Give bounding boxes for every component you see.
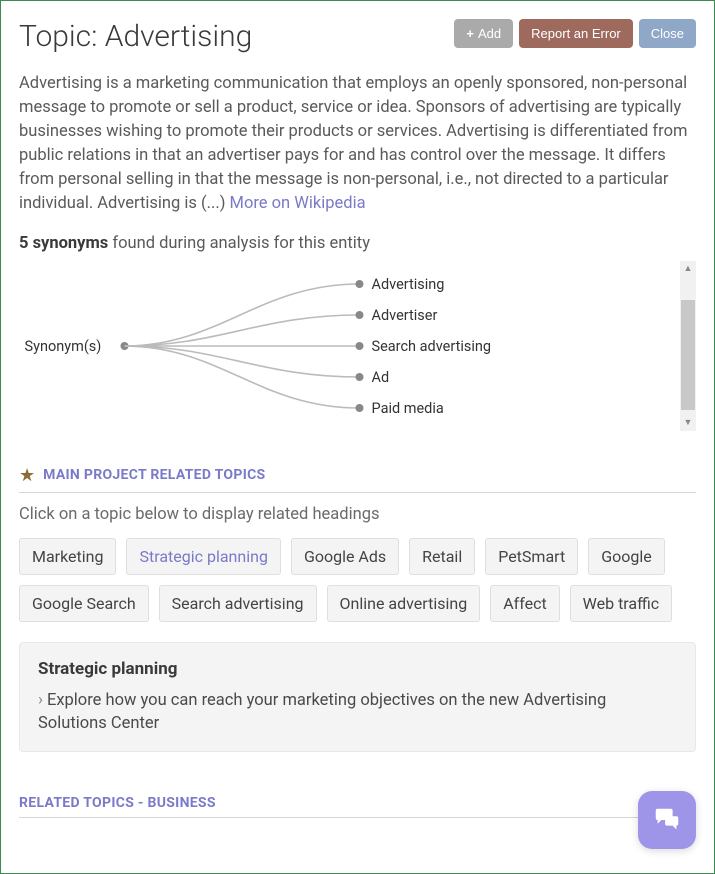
graph-scrollbar[interactable]: ▲ ▼ bbox=[680, 261, 696, 431]
more-wikipedia-link[interactable]: More on Wikipedia bbox=[230, 194, 366, 213]
related-business-section-header: RELATED TOPICS - BUSINESS bbox=[19, 792, 696, 818]
topic-chip[interactable]: Retail bbox=[409, 538, 475, 575]
plus-icon: + bbox=[466, 26, 474, 41]
synonym-count-bold: 5 synonyms bbox=[19, 234, 108, 253]
topic-chip[interactable]: Google bbox=[588, 538, 665, 575]
topic-chip[interactable]: PetSmart bbox=[485, 538, 578, 575]
scrollbar-thumb[interactable] bbox=[681, 300, 695, 410]
description-text: Advertising is a marketing communication… bbox=[19, 74, 687, 213]
scroll-down-icon[interactable]: ▼ bbox=[684, 415, 693, 431]
synonym-node-label: Paid media bbox=[372, 400, 444, 417]
main-related-subtitle: Click on a topic below to display relate… bbox=[19, 505, 696, 524]
synonym-node-label: Search advertising bbox=[372, 338, 492, 355]
topic-chip[interactable]: Marketing bbox=[19, 538, 116, 575]
add-button-label: Add bbox=[478, 26, 501, 41]
syn-branch-3: Ad bbox=[125, 346, 390, 386]
topic-chip[interactable]: Google Ads bbox=[291, 538, 399, 575]
synonym-node-label: Advertiser bbox=[372, 307, 438, 324]
expansion-item[interactable]: ›Explore how you can reach your marketin… bbox=[38, 689, 677, 735]
expansion-title: Strategic planning bbox=[38, 659, 677, 679]
scroll-up-icon[interactable]: ▲ bbox=[684, 261, 693, 277]
synonym-graph-svg: Synonym(s) Advertising Advertiser Search… bbox=[19, 261, 680, 431]
report-error-button[interactable]: Report an Error bbox=[519, 19, 633, 48]
chat-fab-button[interactable] bbox=[638, 791, 696, 849]
chevron-right-icon: › bbox=[38, 691, 43, 710]
root-label: Synonym(s) bbox=[25, 338, 102, 355]
related-business-title: RELATED TOPICS - BUSINESS bbox=[19, 795, 216, 811]
topic-chips: Marketing Strategic planning Google Ads Ret… bbox=[19, 538, 696, 622]
synonym-count-line: 5 synonyms found during analysis for thi… bbox=[19, 234, 696, 253]
page-title: Topic: Advertising bbox=[19, 19, 252, 54]
header-buttons: + Add Report an Error Close bbox=[454, 19, 696, 48]
synonym-count-text: found during analysis for this entity bbox=[108, 234, 370, 253]
main-related-title: MAIN PROJECT RELATED TOPICS bbox=[43, 467, 265, 483]
topic-chip[interactable]: Search advertising bbox=[159, 585, 317, 622]
topic-expansion-box: Strategic planning ›Explore how you can … bbox=[19, 642, 696, 752]
synonym-node-label: Ad bbox=[372, 369, 390, 386]
topic-chip[interactable]: Web traffic bbox=[570, 585, 672, 622]
topic-chip[interactable]: Online advertising bbox=[327, 585, 481, 622]
expansion-text: Explore how you can reach your marketing… bbox=[38, 691, 606, 733]
star-icon: ★ bbox=[19, 465, 35, 486]
topic-chip[interactable]: Strategic planning bbox=[126, 538, 280, 575]
synonym-node-label: Advertising bbox=[372, 276, 445, 293]
topic-description: Advertising is a marketing communication… bbox=[19, 72, 696, 216]
syn-branch-4: Paid media bbox=[125, 346, 444, 417]
topic-chip[interactable]: Google Search bbox=[19, 585, 149, 622]
syn-branch-2: Search advertising bbox=[125, 338, 492, 355]
main-related-section-header: ★ MAIN PROJECT RELATED TOPICS bbox=[19, 465, 696, 493]
synonym-graph: Synonym(s) Advertising Advertiser Search… bbox=[19, 261, 696, 431]
chat-icon bbox=[652, 805, 682, 835]
topic-chip[interactable]: Affect bbox=[490, 585, 559, 622]
close-button[interactable]: Close bbox=[639, 19, 696, 48]
add-button[interactable]: + Add bbox=[454, 19, 513, 48]
